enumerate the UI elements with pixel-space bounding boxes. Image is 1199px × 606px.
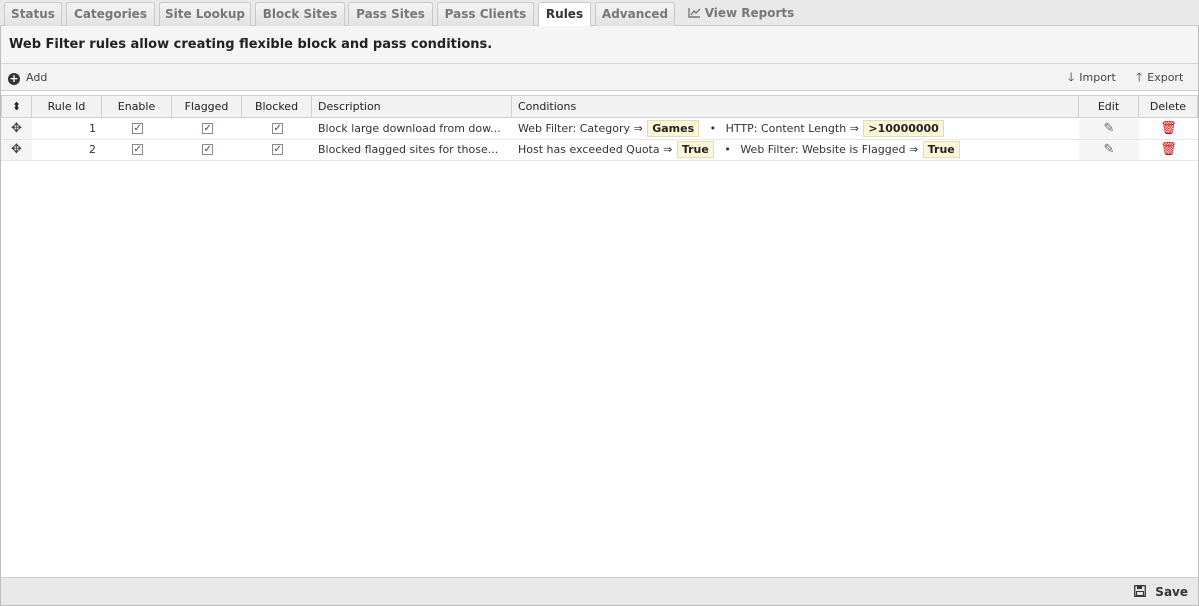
tab-pass-clients[interactable]: Pass Clients xyxy=(437,2,534,26)
enable-checkbox[interactable] xyxy=(131,140,143,160)
move-icon: ✥ xyxy=(11,142,22,157)
condition-value: Games xyxy=(647,120,700,137)
condition-separator: • xyxy=(724,143,731,156)
flagged-cell xyxy=(172,140,242,160)
blocked-checkbox[interactable] xyxy=(271,140,283,160)
pencil-icon[interactable]: ✎ xyxy=(1104,121,1115,136)
condition-separator: • xyxy=(709,122,717,135)
enable-checkbox[interactable] xyxy=(131,119,143,139)
condition-value: >10000000 xyxy=(863,120,944,137)
rule-id-cell: 2 xyxy=(89,143,96,156)
enable-cell xyxy=(102,119,172,139)
table-row[interactable]: ✥ 2 Blocked flagged sites for those... H… xyxy=(1,140,1198,161)
tab-pass-sites[interactable]: Pass Sites xyxy=(348,2,433,26)
row-drag-handle[interactable]: ✥ xyxy=(1,119,32,139)
arrow-up-icon: 🡑 xyxy=(1136,70,1143,84)
column-header-edit[interactable]: Edit xyxy=(1079,95,1139,118)
flagged-checkbox[interactable] xyxy=(201,119,213,139)
arrow-down-icon: 🡓 xyxy=(1068,70,1075,84)
blocked-cell xyxy=(242,140,312,160)
column-header-conditions[interactable]: Conditions xyxy=(512,95,1079,118)
trash-icon[interactable]: 🗑 xyxy=(1160,121,1177,136)
floppy-disk-icon xyxy=(1134,585,1150,600)
tab-advanced[interactable]: Advanced xyxy=(595,2,675,26)
add-button[interactable]: + Add xyxy=(8,69,47,86)
delete-cell: 🗑 xyxy=(1139,140,1198,160)
edit-cell: ✎ xyxy=(1079,140,1139,160)
tab-rules[interactable]: Rules xyxy=(538,2,591,27)
conditions-cell: Host has exceeded Quota ⇒ True • Web Fil… xyxy=(512,140,1079,160)
footer-bar: Save xyxy=(1,577,1198,605)
rules-panel: Web Filter rules allow creating flexible… xyxy=(0,26,1199,606)
pencil-icon[interactable]: ✎ xyxy=(1104,142,1115,157)
column-header-flagged[interactable]: Flagged xyxy=(172,95,242,118)
condition-value: True xyxy=(922,141,960,158)
column-header-blocked[interactable]: Blocked xyxy=(242,95,312,118)
enable-cell xyxy=(102,140,172,160)
condition-label: Host has exceeded Quota ⇒ xyxy=(518,143,673,156)
import-button[interactable]: 🡓 Import xyxy=(1068,69,1116,86)
plus-circle-icon: + xyxy=(8,72,20,85)
flagged-checkbox[interactable] xyxy=(201,140,213,160)
save-button[interactable]: Save xyxy=(1134,583,1188,601)
tab-view-reports[interactable]: View Reports xyxy=(686,2,796,26)
flagged-cell xyxy=(172,119,242,139)
blocked-cell xyxy=(242,119,312,139)
column-header-drag[interactable]: ⬍ xyxy=(1,95,32,118)
conditions-cell: Web Filter: Category ⇒ Games • HTTP: Con… xyxy=(512,119,1079,139)
blocked-checkbox[interactable] xyxy=(271,119,283,139)
sort-icon: ⬍ xyxy=(11,100,22,113)
tab-site-lookup[interactable]: Site Lookup xyxy=(159,2,251,26)
rule-id-cell: 1 xyxy=(89,122,96,135)
condition-label: Web Filter: Website is Flagged ⇒ xyxy=(740,143,919,156)
edit-cell: ✎ xyxy=(1079,119,1139,139)
move-icon: ✥ xyxy=(11,121,22,136)
tab-block-sites[interactable]: Block Sites xyxy=(255,2,345,26)
rules-description: Web Filter rules allow creating flexible… xyxy=(9,37,493,52)
trash-icon[interactable]: 🗑 xyxy=(1160,142,1177,157)
tab-categories[interactable]: Categories xyxy=(66,2,155,26)
condition-value: True xyxy=(676,141,714,158)
column-header-description[interactable]: Description xyxy=(312,95,512,118)
condition-label: HTTP: Content Length ⇒ xyxy=(725,122,859,135)
grid-toolbar: + Add 🡓 Import 🡑 Export xyxy=(1,64,1198,91)
column-header-rule-id[interactable]: Rule Id xyxy=(32,95,102,118)
condition-label: Web Filter: Category ⇒ xyxy=(518,122,643,135)
tab-bar: Status Categories Site Lookup Block Site… xyxy=(0,0,1199,27)
description-cell: Blocked flagged sites for those... xyxy=(318,143,499,156)
export-button[interactable]: 🡑 Export xyxy=(1136,69,1183,86)
description-bar: Web Filter rules allow creating flexible… xyxy=(1,26,1198,64)
table-row[interactable]: ✥ 1 Block large download from dow... Web… xyxy=(1,119,1198,140)
column-header-enable[interactable]: Enable xyxy=(102,95,172,118)
row-drag-handle[interactable]: ✥ xyxy=(1,140,32,160)
column-header-delete[interactable]: Delete xyxy=(1139,95,1198,118)
description-cell: Block large download from dow... xyxy=(318,122,501,135)
delete-cell: 🗑 xyxy=(1139,119,1198,139)
tab-status[interactable]: Status xyxy=(4,2,62,26)
line-chart-icon xyxy=(687,2,701,24)
